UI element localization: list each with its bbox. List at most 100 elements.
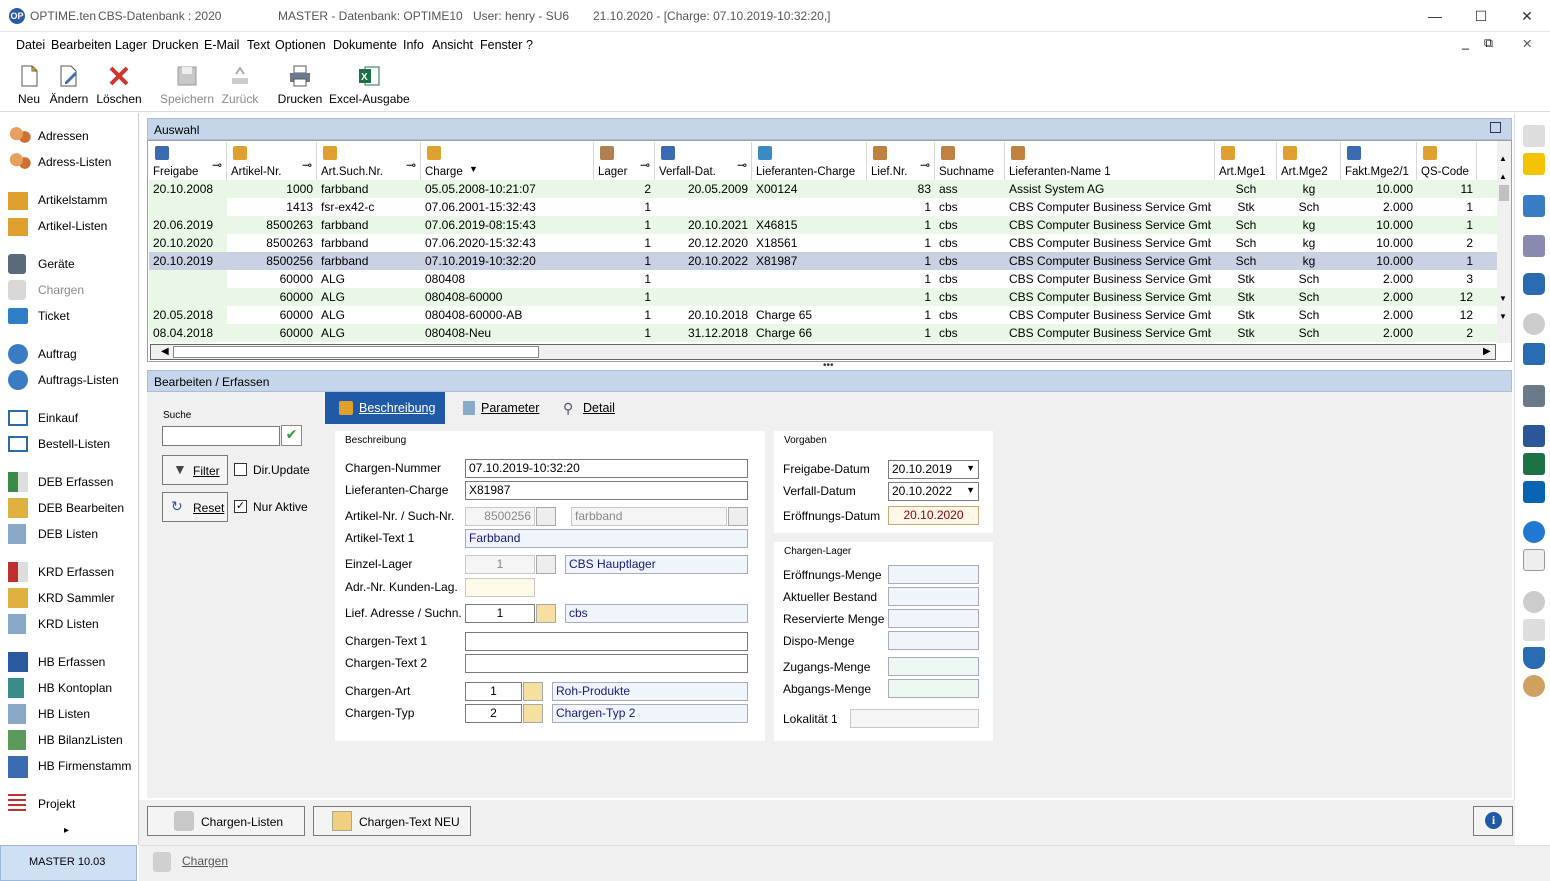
menu-bearbeiten[interactable]: Bearbeiten (51, 38, 111, 52)
table-row[interactable]: 20.05.2018 60000 ALG 080408-60000-AB 1 20.10.… (149, 306, 1497, 324)
back-button[interactable]: Zurück (220, 64, 260, 106)
document-blue-icon[interactable] (1523, 195, 1545, 217)
column-header-lager[interactable]: Lager ⊸ (594, 142, 655, 180)
zugangs-menge-field[interactable] (888, 657, 979, 676)
nav-einkauf[interactable]: Einkauf (8, 407, 136, 429)
outlook-icon[interactable] (1523, 481, 1545, 503)
shield-icon[interactable] (1523, 647, 1545, 669)
nav-auftrags-listen[interactable]: Auftrags-Listen (8, 369, 136, 391)
maximize-panel-icon[interactable] (1490, 122, 1501, 133)
tab-beschreibung[interactable]: Beschreibung (325, 392, 445, 424)
column-header-art-mge1[interactable]: Art.Mge1 (1215, 142, 1277, 180)
nav-projekt[interactable]: Projekt (8, 793, 136, 815)
mdi-minimize-button[interactable]: _ (1462, 36, 1469, 50)
artikel-text-field[interactable]: Farbband (465, 529, 748, 548)
nav-deb-listen[interactable]: DEB Listen (8, 523, 136, 545)
nav-hb-listen[interactable]: HB Listen (8, 703, 136, 725)
lief-adresse-field[interactable]: 1 (465, 604, 535, 623)
scroll-right-icon[interactable]: ▶ (1483, 346, 1491, 357)
column-header-artikel-nr[interactable]: Artikel-Nr. ⊸ (227, 142, 317, 180)
delete-button[interactable]: Löschen (96, 64, 142, 106)
scroll-down-icon[interactable]: ▼ (1499, 295, 1509, 303)
artikel-nr-field[interactable]: 8500256 (465, 507, 535, 526)
table-row[interactable]: 20.06.2019 8500263 farbband 07.06.2019-08:1… (149, 216, 1497, 234)
table-row[interactable]: 1413 fsr-ex42-c 07.06.2001-15:32:43 1 1 cbs CB… (149, 198, 1497, 216)
excel-export-button[interactable]: X Excel-Ausgabe (329, 64, 410, 106)
nav-auftrag[interactable]: Auftrag (8, 343, 136, 365)
nav-artikel-listen[interactable]: Artikel-Listen (8, 215, 136, 237)
column-header-verfall-dat[interactable]: Verfall-Dat. ⊸ (655, 142, 752, 180)
chargen-listen-button[interactable]: Chargen-Listen (147, 806, 305, 836)
e-invoice-icon[interactable] (1523, 153, 1545, 175)
menu-dokumente[interactable]: Dokumente (333, 38, 397, 52)
chargen-text-neu-button[interactable]: Chargen-Text NEU (313, 806, 471, 836)
column-header-fakt-mge[interactable]: Fakt.Mge2/1 (1341, 142, 1417, 180)
tab-detail[interactable]: ⚲ Detail (561, 392, 631, 424)
menu-optionen[interactable]: Optionen (275, 38, 326, 52)
chargen-nummer-field[interactable]: 07.10.2019-10:32:20 (465, 459, 748, 478)
nav-ticket[interactable]: Ticket (8, 305, 136, 327)
chargen-typ-field[interactable]: 2 (465, 704, 522, 723)
calculator-icon[interactable] (1523, 385, 1545, 407)
nav-adress-listen[interactable]: Adress-Listen (8, 151, 136, 174)
nav-geraete[interactable]: Geräte (8, 253, 136, 275)
sort-desc-icon[interactable]: ▼ (469, 164, 478, 174)
reset-button[interactable]: ↻ Reset (162, 492, 228, 522)
menu-text[interactable]: Text (247, 38, 270, 52)
verfall-datum-field[interactable]: 20.10.2022 ▼ (888, 482, 979, 501)
menu-help[interactable]: ? (526, 38, 533, 52)
chargen-art-field[interactable]: 1 (465, 682, 522, 701)
disc-icon[interactable] (1523, 591, 1545, 613)
search-confirm-check-icon[interactable]: ✔ (281, 425, 302, 446)
such-nr-field[interactable]: farbband (571, 507, 727, 526)
nav-adressen[interactable]: Adressen (8, 125, 136, 148)
tab-parameter[interactable]: Parameter (459, 392, 549, 424)
lokalitaet-field[interactable] (850, 709, 979, 728)
user-icon[interactable] (1523, 675, 1545, 697)
such-nr-folder-icon[interactable] (728, 507, 748, 526)
chargen-text2-field[interactable] (465, 654, 748, 673)
abgangs-menge-field[interactable] (888, 679, 979, 698)
column-header-art-such-nr[interactable]: Art.Such.Nr. ⊸ (317, 142, 421, 180)
nav-deb-bearbeiten[interactable]: DEB Bearbeiten (8, 497, 136, 519)
nav-hb-erfassen[interactable]: HB Erfassen (8, 651, 136, 673)
table-row[interactable]: 60000 ALG 080408 1 1 cbs CBS Computer Business… (149, 270, 1497, 288)
chargen-typ-folder-icon[interactable] (523, 704, 543, 723)
lief-suchname-field[interactable]: cbs (565, 604, 748, 623)
print-button[interactable]: Drucken (276, 64, 324, 106)
mdi-close-button[interactable]: ✕ (1522, 36, 1532, 51)
clock-icon[interactable] (1523, 313, 1545, 335)
eroeffnungs-menge-field[interactable] (888, 565, 979, 584)
column-header-qs-code[interactable]: QS-Code (1417, 142, 1477, 180)
nav-hb-kontoplan[interactable]: HB Kontoplan (8, 677, 136, 699)
info-button[interactable]: i (1473, 806, 1513, 836)
reservierte-menge-field[interactable] (888, 609, 979, 628)
new-button[interactable]: ✦ Neu (14, 64, 44, 106)
menu-drucken[interactable]: Drucken (152, 38, 199, 52)
mail-document-icon[interactable] (1523, 549, 1545, 571)
lief-adresse-folder-icon[interactable] (536, 604, 556, 623)
scroll-bottom-icon[interactable]: ▼ (1499, 313, 1509, 321)
chargen-art-name-field[interactable]: Roh-Produkte (552, 682, 748, 701)
column-header-lieferanten-charge[interactable]: Lieferanten-Charge (752, 142, 867, 180)
aktueller-bestand-field[interactable] (888, 587, 979, 606)
minimize-button[interactable]: — (1424, 6, 1446, 26)
table-row[interactable]: 20.10.2008 1000 farbband 05.05.2008-10:21:0… (149, 180, 1497, 198)
nav-hb-bilanzlisten[interactable]: HB BilanzListen (8, 729, 136, 751)
dropdown-arrow-icon[interactable]: ▼ (966, 485, 975, 495)
scroll-left-icon[interactable]: ◀ (161, 346, 169, 357)
chargen-text1-field[interactable] (465, 632, 748, 651)
column-header-charge[interactable]: Charge ▼ (421, 142, 594, 180)
close-button[interactable]: ✕ (1516, 6, 1538, 26)
chargen-typ-name-field[interactable]: Chargen-Typ 2 (552, 704, 748, 723)
filter-button[interactable]: ▼ Filter (162, 455, 228, 485)
browser-icon[interactable] (1523, 521, 1545, 543)
word-icon[interactable] (1523, 425, 1545, 447)
einzel-lager-name-field[interactable]: CBS Hauptlager (565, 555, 748, 574)
column-header-suchname[interactable]: Suchname (935, 142, 1005, 180)
mdi-restore-button[interactable]: ⧉ (1484, 36, 1493, 51)
table-row[interactable]: 60000 ALG 080408-60000 1 1 cbs CBS Computer Bu… (149, 288, 1497, 306)
building-icon[interactable] (1523, 235, 1545, 257)
search-input[interactable] (162, 426, 280, 446)
scroll-thumb[interactable] (1499, 185, 1509, 201)
